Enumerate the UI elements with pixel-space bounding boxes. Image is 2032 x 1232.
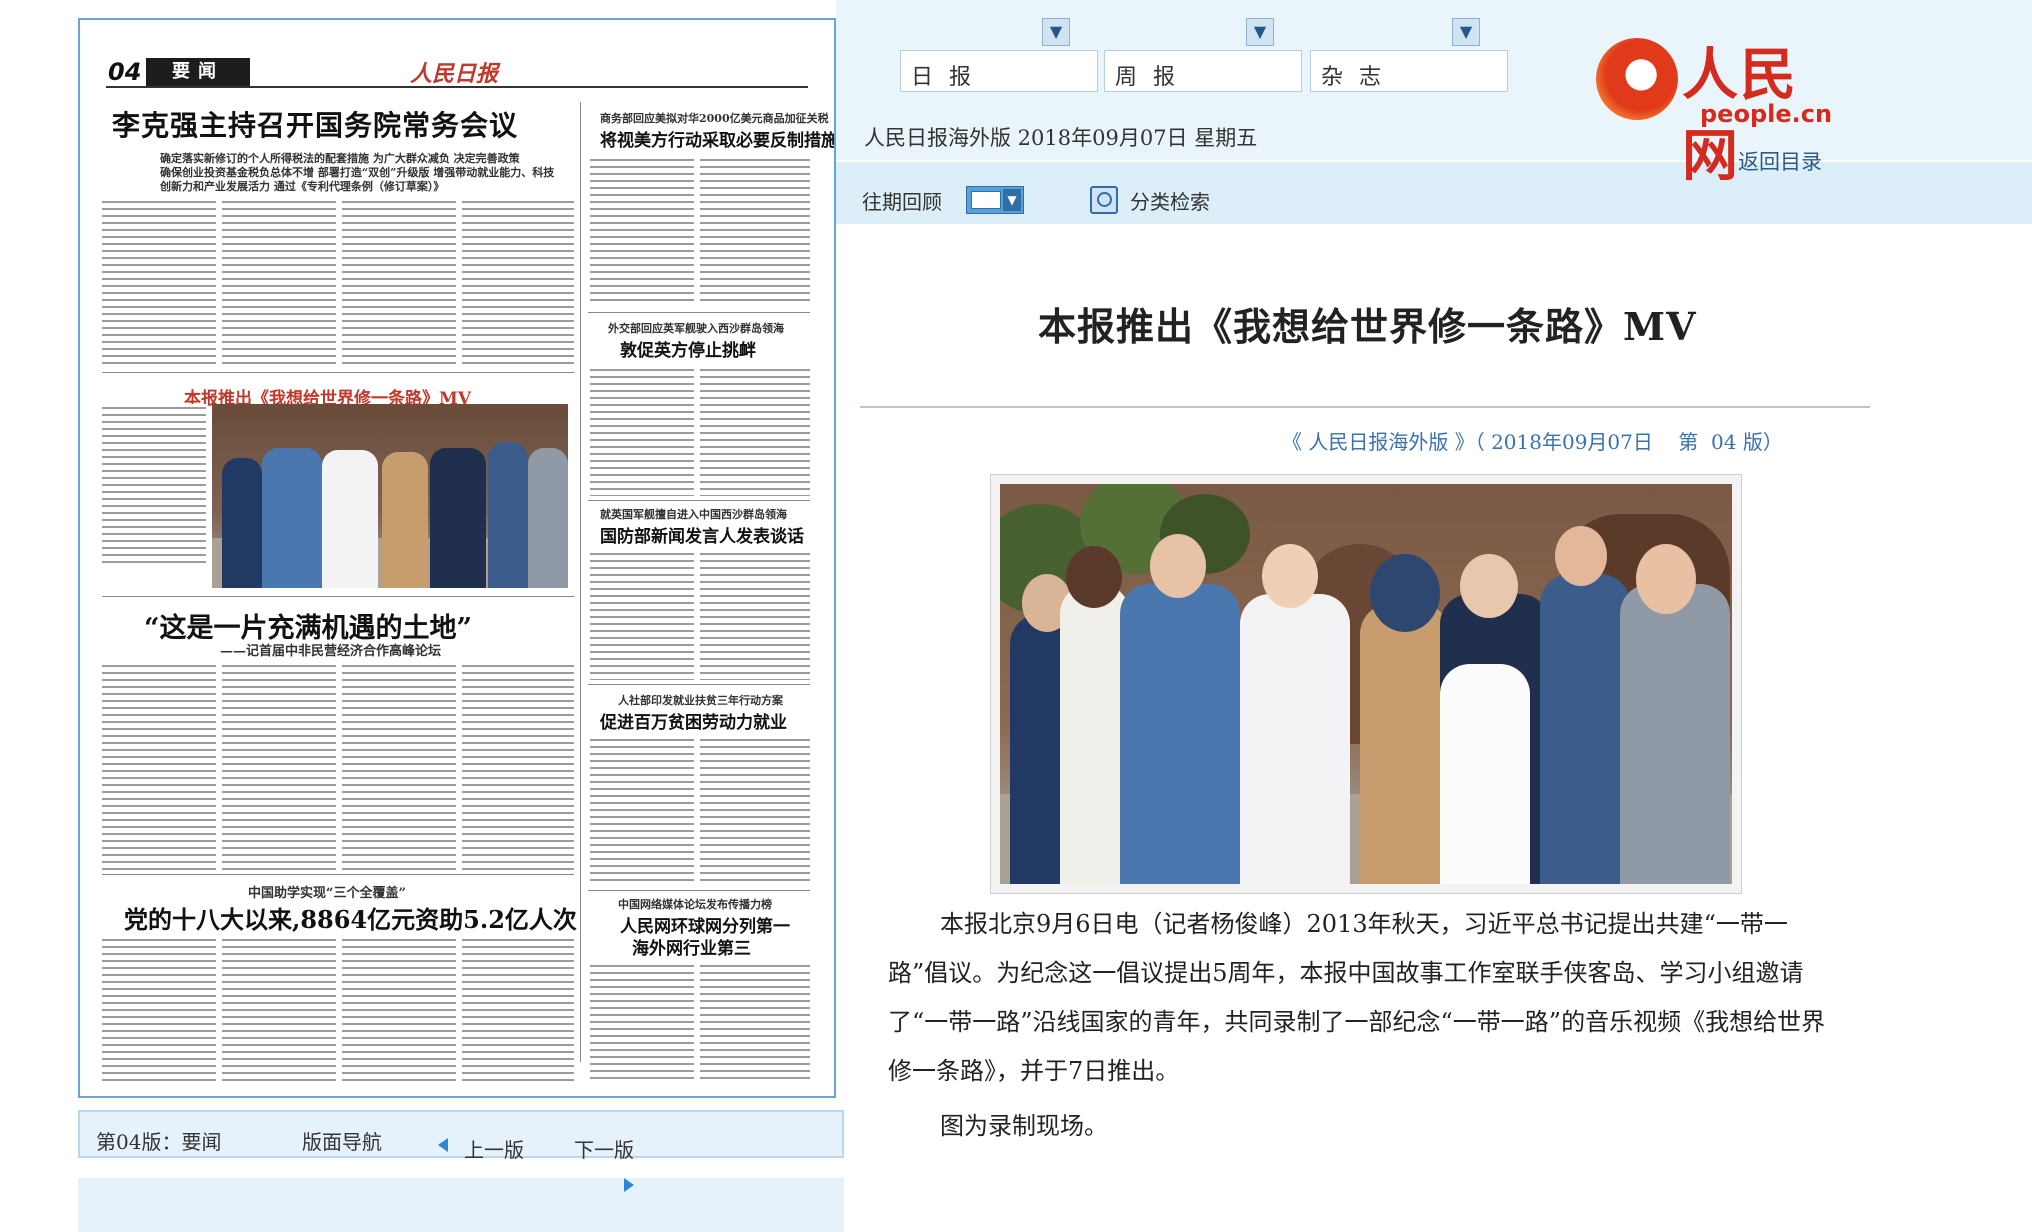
back-to-index-link[interactable]: 返回目录: [1738, 146, 1822, 176]
newspaper-page-image[interactable]: 04 要闻 人民日报 李克强主持召开国务院常务会议 确定落实新修订的个人所得税法…: [78, 18, 836, 1098]
logo-emblem-icon: [1596, 38, 1678, 120]
article-photo-frame: [990, 474, 1742, 894]
paper-headline[interactable]: 李克强主持召开国务院常务会议: [112, 104, 518, 144]
article-title: 本报推出《我想给世界修一条路》MV: [1038, 304, 1697, 349]
weekly-select[interactable]: 周报: [1104, 50, 1302, 92]
article-meta: 《 人民日报海外版 》（ 2018年09月07日 第 04 版）: [1282, 430, 1783, 454]
feature-subheadline: ——记首届中非民营经济合作高峰论坛: [220, 644, 442, 659]
article-photo: [1000, 484, 1732, 884]
side-story-headline[interactable]: 将视美方行动采取必要反制措施: [600, 126, 834, 151]
daily-select[interactable]: 日报: [900, 50, 1098, 92]
search-icon[interactable]: [1090, 186, 1118, 214]
bottom-panel: [78, 1178, 844, 1232]
article-paragraph: 本报北京9月6日电（记者杨俊峰）2013年秋天，习近平总书记提出共建“一带一路”…: [888, 910, 1826, 1085]
photo-caption: 图为录制现场。: [940, 1112, 1108, 1140]
paper-subheadline: 创新力和产业发展活力 通过《专利代理条例（修订草案）》: [160, 180, 445, 193]
chevron-down-icon[interactable]: ▼: [1042, 18, 1070, 46]
people-cn-logo[interactable]: 人民网 people.cn: [1596, 30, 1836, 189]
current-page-label: 第04版：要闻: [96, 1130, 222, 1154]
section-label: 要闻: [146, 58, 250, 86]
edition-date: 人民日报海外版 2018年09月07日 星期五: [864, 126, 1258, 150]
logo-en-text: people.cn: [1700, 100, 1833, 128]
calendar-picker-button[interactable]: ▼: [966, 186, 1024, 214]
side-story-kicker: 外交部回应英军舰驶入西沙群岛领海: [608, 322, 784, 335]
side-story-kicker: 就英国军舰擅自进入中国西沙群岛领海: [600, 508, 787, 521]
side-story-headline[interactable]: 促进百万贫困劳动力就业: [600, 708, 787, 733]
chevron-down-icon[interactable]: ▼: [1452, 18, 1480, 46]
mv-story-photo[interactable]: [212, 404, 568, 588]
chevron-down-icon: ▼: [1003, 189, 1021, 211]
side-story-kicker: 商务部回应美拟对华2000亿美元商品加征关税: [600, 112, 829, 125]
magazine-select[interactable]: 杂志: [1310, 50, 1508, 92]
side-story-headline[interactable]: 敦促英方停止挑衅: [620, 336, 756, 361]
article-body: 本报北京9月6日电（记者杨俊峰）2013年秋天，习近平总书记提出共建“一带一路”…: [888, 900, 1848, 1151]
past-review-label: 往期回顾: [862, 190, 942, 214]
story-kicker: 中国助学实现“三个全覆盖”: [248, 886, 406, 901]
side-story-headline[interactable]: 海外网行业第三: [632, 934, 751, 959]
category-search-link[interactable]: 分类检索: [1130, 186, 1210, 215]
page-number: 04: [108, 58, 142, 86]
side-story-headline[interactable]: 国防部新闻发言人发表谈话: [600, 522, 804, 547]
story-headline[interactable]: 党的十八大以来,8864亿元资助5.2亿人次: [124, 900, 577, 935]
chevron-down-icon[interactable]: ▼: [1246, 18, 1274, 46]
masthead-logo: 人民日报: [410, 61, 499, 87]
next-page-link[interactable]: 下一版: [574, 1134, 634, 1163]
page-pager: 第04版：要闻 版面导航 上一版 下一版: [78, 1110, 844, 1162]
prev-arrow-icon[interactable]: [438, 1138, 448, 1152]
next-arrow-icon[interactable]: [624, 1178, 634, 1192]
prev-page-link[interactable]: 上一版: [464, 1134, 524, 1163]
page-nav-link[interactable]: 版面导航: [302, 1126, 382, 1155]
calendar-icon: [971, 191, 1001, 209]
title-divider: [860, 406, 1870, 408]
side-story-kicker: 中国网络媒体论坛发布传播力榜: [618, 898, 772, 911]
side-story-kicker: 人社部印发就业扶贫三年行动方案: [618, 694, 783, 707]
